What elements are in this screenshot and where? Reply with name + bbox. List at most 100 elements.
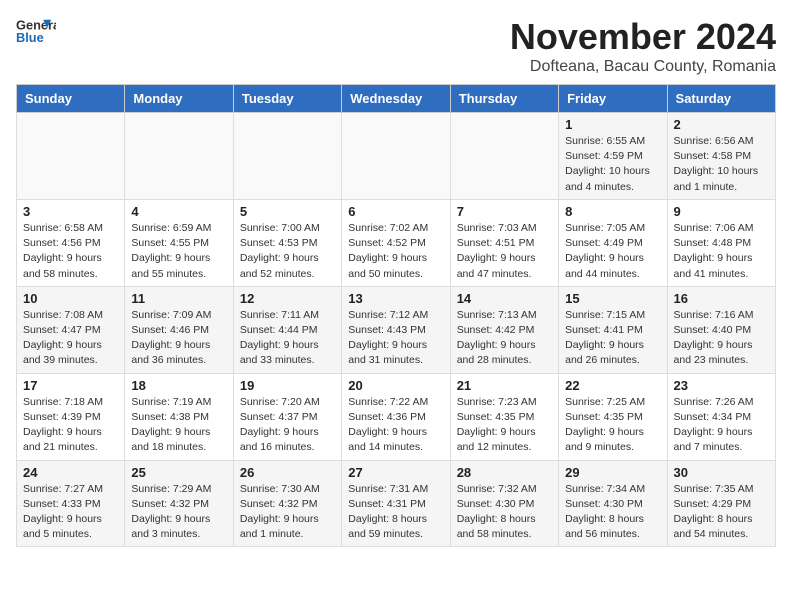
- day-info: Sunrise: 7:31 AM Sunset: 4:31 PM Dayligh…: [348, 482, 443, 543]
- day-info: Sunrise: 6:55 AM Sunset: 4:59 PM Dayligh…: [565, 134, 660, 195]
- day-info: Sunrise: 7:03 AM Sunset: 4:51 PM Dayligh…: [457, 221, 552, 282]
- day-number: 3: [23, 204, 118, 219]
- day-info: Sunrise: 7:15 AM Sunset: 4:41 PM Dayligh…: [565, 308, 660, 369]
- day-number: 1: [565, 117, 660, 132]
- logo: General Blue: [16, 16, 56, 46]
- day-number: 23: [674, 378, 769, 393]
- day-info: Sunrise: 7:11 AM Sunset: 4:44 PM Dayligh…: [240, 308, 335, 369]
- day-info: Sunrise: 6:59 AM Sunset: 4:55 PM Dayligh…: [131, 221, 226, 282]
- day-number: 16: [674, 291, 769, 306]
- calendar-cell: 23 Sunrise: 7:26 AM Sunset: 4:34 PM Dayli…: [667, 373, 775, 460]
- day-number: 6: [348, 204, 443, 219]
- calendar-cell: 11 Sunrise: 7:09 AM Sunset: 4:46 PM Dayli…: [125, 286, 233, 373]
- calendar-cell: 3 Sunrise: 6:58 AM Sunset: 4:56 PM Daylig…: [17, 199, 125, 286]
- day-info: Sunrise: 7:12 AM Sunset: 4:43 PM Dayligh…: [348, 308, 443, 369]
- day-number: 15: [565, 291, 660, 306]
- calendar-header-row: SundayMondayTuesdayWednesdayThursdayFrid…: [17, 85, 776, 113]
- week-row-4: 17 Sunrise: 7:18 AM Sunset: 4:39 PM Dayli…: [17, 373, 776, 460]
- week-row-5: 24 Sunrise: 7:27 AM Sunset: 4:33 PM Dayli…: [17, 460, 776, 547]
- day-info: Sunrise: 7:27 AM Sunset: 4:33 PM Dayligh…: [23, 482, 118, 543]
- calendar-cell: 28 Sunrise: 7:32 AM Sunset: 4:30 PM Dayli…: [450, 460, 558, 547]
- calendar-cell: 8 Sunrise: 7:05 AM Sunset: 4:49 PM Daylig…: [559, 199, 667, 286]
- calendar-cell: 17 Sunrise: 7:18 AM Sunset: 4:39 PM Dayli…: [17, 373, 125, 460]
- week-row-2: 3 Sunrise: 6:58 AM Sunset: 4:56 PM Daylig…: [17, 199, 776, 286]
- day-number: 14: [457, 291, 552, 306]
- day-number: 9: [674, 204, 769, 219]
- calendar-cell: 5 Sunrise: 7:00 AM Sunset: 4:53 PM Daylig…: [233, 199, 341, 286]
- day-number: 28: [457, 465, 552, 480]
- col-header-thursday: Thursday: [450, 85, 558, 113]
- day-info: Sunrise: 7:09 AM Sunset: 4:46 PM Dayligh…: [131, 308, 226, 369]
- day-number: 12: [240, 291, 335, 306]
- day-number: 19: [240, 378, 335, 393]
- title-area: November 2024 Dofteana, Bacau County, Ro…: [510, 16, 776, 76]
- calendar-cell: 24 Sunrise: 7:27 AM Sunset: 4:33 PM Dayli…: [17, 460, 125, 547]
- calendar-cell: 10Sunrise: 7:08 AM Sunset: 4:47 PM Dayli…: [17, 286, 125, 373]
- day-info: Sunrise: 6:56 AM Sunset: 4:58 PM Dayligh…: [674, 134, 769, 195]
- calendar-cell: 26 Sunrise: 7:30 AM Sunset: 4:32 PM Dayli…: [233, 460, 341, 547]
- day-number: 17: [23, 378, 118, 393]
- day-number: 2: [674, 117, 769, 132]
- location-subtitle: Dofteana, Bacau County, Romania: [510, 58, 776, 76]
- day-info: Sunrise: 7:18 AM Sunset: 4:39 PM Dayligh…: [23, 395, 118, 456]
- calendar-cell: [233, 113, 341, 200]
- calendar-cell: 15 Sunrise: 7:15 AM Sunset: 4:41 PM Dayli…: [559, 286, 667, 373]
- col-header-tuesday: Tuesday: [233, 85, 341, 113]
- day-info: Sunrise: 7:35 AM Sunset: 4:29 PM Dayligh…: [674, 482, 769, 543]
- day-info: Sunrise: 7:22 AM Sunset: 4:36 PM Dayligh…: [348, 395, 443, 456]
- calendar-cell: 25Sunrise: 7:29 AM Sunset: 4:32 PM Dayli…: [125, 460, 233, 547]
- col-header-wednesday: Wednesday: [342, 85, 450, 113]
- day-number: 5: [240, 204, 335, 219]
- day-info: Sunrise: 6:58 AM Sunset: 4:56 PM Dayligh…: [23, 221, 118, 282]
- day-number: 4: [131, 204, 226, 219]
- day-number: 21: [457, 378, 552, 393]
- day-number: 24: [23, 465, 118, 480]
- calendar-cell: 29 Sunrise: 7:34 AM Sunset: 4:30 PM Dayli…: [559, 460, 667, 547]
- day-info: Sunrise: 7:25 AM Sunset: 4:35 PM Dayligh…: [565, 395, 660, 456]
- day-info: Sunrise: 7:30 AM Sunset: 4:32 PM Dayligh…: [240, 482, 335, 543]
- calendar-table: SundayMondayTuesdayWednesdayThursdayFrid…: [16, 84, 776, 547]
- calendar-cell: 7 Sunrise: 7:03 AM Sunset: 4:51 PM Daylig…: [450, 199, 558, 286]
- day-info: Sunrise: 7:00 AM Sunset: 4:53 PM Dayligh…: [240, 221, 335, 282]
- day-number: 11: [131, 291, 226, 306]
- day-number: 30: [674, 465, 769, 480]
- logo-icon: General Blue: [16, 16, 56, 46]
- day-info: Sunrise: 7:26 AM Sunset: 4:34 PM Dayligh…: [674, 395, 769, 456]
- calendar-cell: 27Sunrise: 7:31 AM Sunset: 4:31 PM Dayli…: [342, 460, 450, 547]
- day-info: Sunrise: 7:20 AM Sunset: 4:37 PM Dayligh…: [240, 395, 335, 456]
- day-info: Sunrise: 7:23 AM Sunset: 4:35 PM Dayligh…: [457, 395, 552, 456]
- day-info: Sunrise: 7:05 AM Sunset: 4:49 PM Dayligh…: [565, 221, 660, 282]
- day-info: Sunrise: 7:13 AM Sunset: 4:42 PM Dayligh…: [457, 308, 552, 369]
- day-number: 7: [457, 204, 552, 219]
- calendar-cell: 14 Sunrise: 7:13 AM Sunset: 4:42 PM Dayli…: [450, 286, 558, 373]
- calendar-cell: 19 Sunrise: 7:20 AM Sunset: 4:37 PM Dayli…: [233, 373, 341, 460]
- col-header-friday: Friday: [559, 85, 667, 113]
- calendar-cell: 20 Sunrise: 7:22 AM Sunset: 4:36 PM Dayli…: [342, 373, 450, 460]
- svg-text:Blue: Blue: [16, 30, 44, 45]
- day-number: 10: [23, 291, 118, 306]
- day-number: 8: [565, 204, 660, 219]
- day-info: Sunrise: 7:32 AM Sunset: 4:30 PM Dayligh…: [457, 482, 552, 543]
- day-info: Sunrise: 7:34 AM Sunset: 4:30 PM Dayligh…: [565, 482, 660, 543]
- day-info: Sunrise: 7:16 AM Sunset: 4:40 PM Dayligh…: [674, 308, 769, 369]
- day-number: 20: [348, 378, 443, 393]
- calendar-cell: [450, 113, 558, 200]
- calendar-cell: [17, 113, 125, 200]
- calendar-cell: 2 Sunrise: 6:56 AM Sunset: 4:58 PM Daylig…: [667, 113, 775, 200]
- day-number: 18: [131, 378, 226, 393]
- calendar-cell: 1 Sunrise: 6:55 AM Sunset: 4:59 PM Daylig…: [559, 113, 667, 200]
- col-header-sunday: Sunday: [17, 85, 125, 113]
- day-info: Sunrise: 7:29 AM Sunset: 4:32 PM Dayligh…: [131, 482, 226, 543]
- day-info: Sunrise: 7:02 AM Sunset: 4:52 PM Dayligh…: [348, 221, 443, 282]
- day-info: Sunrise: 7:06 AM Sunset: 4:48 PM Dayligh…: [674, 221, 769, 282]
- calendar-cell: 22Sunrise: 7:25 AM Sunset: 4:35 PM Dayli…: [559, 373, 667, 460]
- week-row-1: 1 Sunrise: 6:55 AM Sunset: 4:59 PM Daylig…: [17, 113, 776, 200]
- day-info: Sunrise: 7:19 AM Sunset: 4:38 PM Dayligh…: [131, 395, 226, 456]
- calendar-cell: 4 Sunrise: 6:59 AM Sunset: 4:55 PM Daylig…: [125, 199, 233, 286]
- day-number: 29: [565, 465, 660, 480]
- calendar-cell: [342, 113, 450, 200]
- calendar-cell: 9 Sunrise: 7:06 AM Sunset: 4:48 PM Daylig…: [667, 199, 775, 286]
- calendar-cell: 6 Sunrise: 7:02 AM Sunset: 4:52 PM Daylig…: [342, 199, 450, 286]
- calendar-cell: [125, 113, 233, 200]
- day-number: 26: [240, 465, 335, 480]
